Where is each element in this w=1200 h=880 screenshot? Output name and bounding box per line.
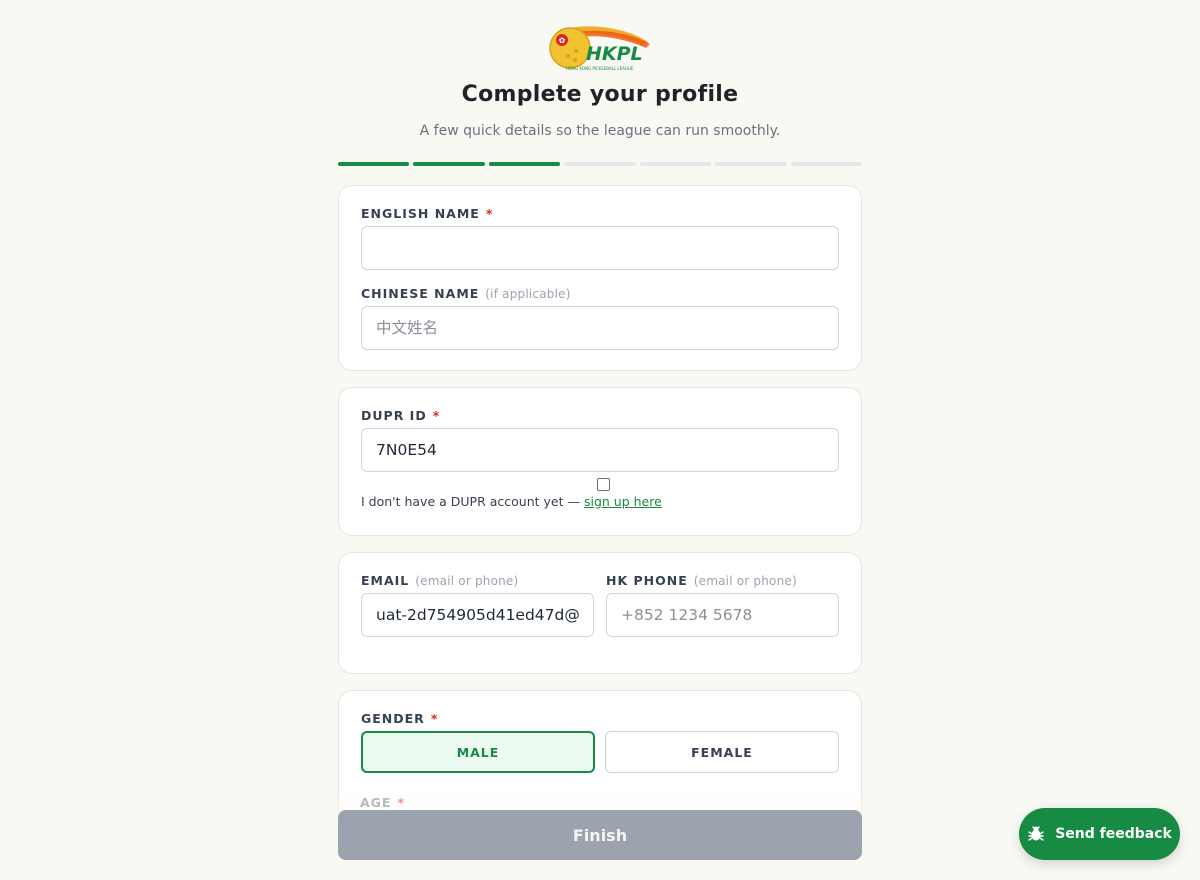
phone-input[interactable] — [606, 593, 839, 637]
age-label: AGE * — [360, 795, 406, 810]
dupr-signup-link[interactable]: sign up here — [584, 494, 662, 509]
no-dupr-row: I don't have a DUPR account yet — sign u… — [361, 494, 662, 509]
progress-step — [413, 162, 485, 166]
progress-step — [639, 162, 712, 166]
gender-male-button[interactable]: MALE — [361, 731, 595, 773]
phone-label: HK PHONE (email or phone) — [606, 573, 797, 588]
gender-female-button[interactable]: FEMALE — [605, 731, 839, 773]
no-dupr-text: I don't have a DUPR account yet — — [361, 494, 580, 509]
progress-bar — [338, 162, 862, 166]
contact-card: EMAIL(email or phone) HK PHONE(email or … — [338, 552, 862, 674]
svg-text:✿: ✿ — [559, 36, 566, 45]
email-input[interactable] — [361, 593, 594, 637]
progress-step — [338, 162, 410, 166]
send-feedback-button[interactable]: Send feedback — [1019, 808, 1180, 860]
english-name-label: ENGLISH NAME * — [361, 206, 494, 221]
page-title: Complete your profile — [461, 82, 739, 107]
email-hint: (email or phone) — [415, 574, 519, 588]
logo-wordmark: HKPL — [586, 43, 643, 65]
dupr-id-label: DUPR ID * — [361, 408, 441, 423]
bug-icon — [1028, 826, 1044, 841]
logo-tagline: HONG KONG PICKLEBALL LEAGUE — [566, 66, 634, 71]
page-subtitle: A few quick details so the league can ru… — [419, 123, 781, 139]
progress-step — [488, 162, 561, 166]
dupr-card: DUPR ID* I don't have a DUPR account yet… — [338, 387, 862, 536]
no-dupr-checkbox[interactable] — [597, 478, 610, 491]
progress-step — [790, 162, 862, 166]
chinese-name-label: CHINESE NAME (if applicable) — [361, 286, 571, 301]
dupr-id-input[interactable] — [361, 428, 839, 472]
required-mark: * — [432, 408, 441, 423]
email-label: EMAIL (email or phone) — [361, 573, 519, 588]
name-card: ENGLISH NAME * CHINESE NAME (if applicable… — [338, 185, 862, 371]
required-mark: * — [430, 711, 439, 726]
gender-label: GENDER * — [361, 711, 439, 726]
progress-step — [715, 162, 787, 166]
chinese-name-hint: (if applicable) — [485, 287, 571, 301]
hkpl-logo: ✿ HKPL HONG KONG PICKLEBALL LEAGUE — [549, 26, 650, 71]
send-feedback-label: Send feedback — [1055, 826, 1172, 842]
chinese-name-input[interactable] — [361, 306, 839, 350]
finish-button[interactable]: Finish — [338, 810, 862, 860]
progress-step — [564, 162, 636, 166]
phone-hint: (email or phone) — [693, 574, 797, 588]
required-mark: * — [397, 795, 406, 810]
required-mark: * — [485, 206, 494, 221]
english-name-input[interactable] — [361, 226, 839, 270]
